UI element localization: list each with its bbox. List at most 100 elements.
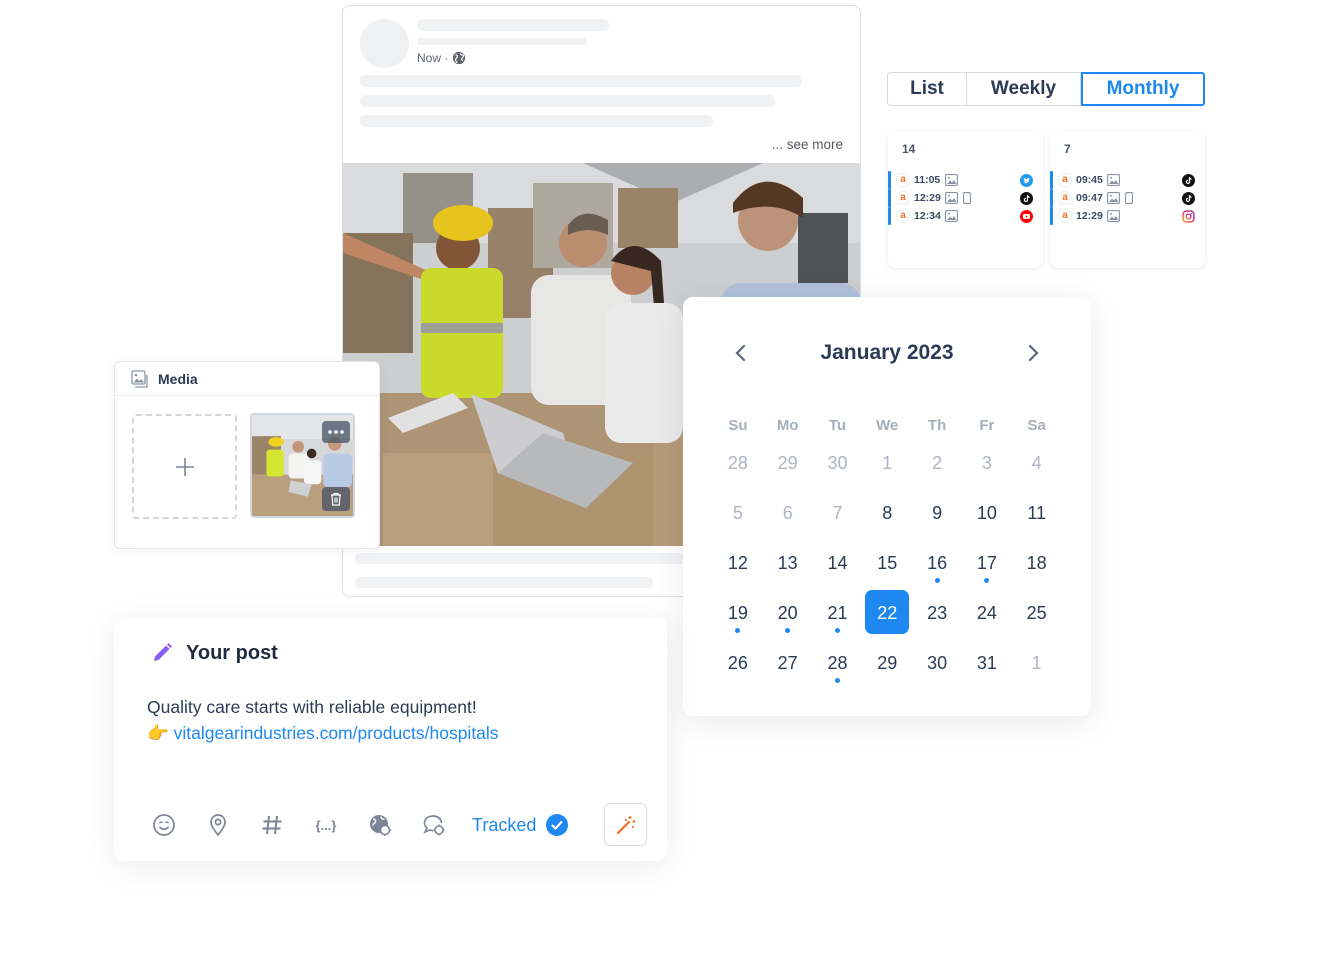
day-label: 27 [777, 653, 798, 673]
scheduled-indicator-dot [834, 678, 840, 683]
scheduled-post[interactable]: a 12:34 [888, 207, 1043, 225]
instagram-icon [1182, 210, 1195, 223]
tracked-toggle[interactable]: Tracked [472, 814, 569, 836]
calendar-day-selected[interactable]: 22 [862, 590, 912, 649]
calendar-day[interactable]: 9 [912, 499, 962, 549]
calendar-day[interactable]: 26 [713, 649, 763, 699]
account-badge: a [896, 191, 910, 205]
calendar-day[interactable]: 17 [962, 549, 1012, 599]
account-badge: a [896, 209, 910, 223]
location-icon[interactable] [206, 813, 230, 837]
media-title: Media [158, 370, 198, 387]
calendar-day[interactable]: 30 [912, 649, 962, 699]
weekday-label: Th [927, 417, 947, 434]
calendar-day[interactable]: 8 [862, 499, 912, 549]
calendar-day[interactable]: 12 [713, 549, 763, 599]
calendar-day[interactable]: 23 [912, 599, 962, 649]
calendar-day[interactable]: 19 [713, 599, 763, 649]
calendar-day[interactable]: 28 [813, 649, 863, 699]
calendar-day[interactable]: 31 [962, 649, 1012, 699]
tracked-label: Tracked [472, 814, 537, 835]
calendar-day[interactable]: 27 [763, 649, 813, 699]
emoji-icon[interactable] [152, 813, 176, 837]
calendar-day[interactable]: 10 [962, 499, 1012, 549]
calendar-day[interactable]: 6 [763, 499, 813, 549]
mobile-icon [1125, 192, 1133, 204]
calendar-day[interactable]: 4 [1012, 449, 1062, 499]
hashtag-icon[interactable] [260, 813, 284, 837]
post-composer: Your post Quality care starts with relia… [114, 617, 667, 861]
weekday-label: Tu [828, 417, 847, 434]
image-icon [945, 210, 958, 222]
calendar-day[interactable]: 30 [813, 449, 863, 499]
account-badge: a [1058, 191, 1072, 205]
day-card[interactable]: 14 a 11:05 a 12:29 a 12:34 [888, 131, 1043, 268]
more-icon [328, 430, 344, 434]
media-header: Media [115, 362, 379, 396]
post-link[interactable]: vitalgearindustries.com/products/hospita… [174, 723, 499, 743]
calendar-day[interactable]: 5 [713, 499, 763, 549]
media-thumbnail[interactable] [250, 413, 355, 518]
day-label: 1 [1031, 653, 1042, 673]
calendar-day[interactable]: 16 [912, 549, 962, 599]
post-time: 12:34 [914, 210, 941, 222]
chevron-right-icon[interactable] [1021, 341, 1045, 365]
see-more-link[interactable]: ... see more [772, 137, 843, 152]
post-text-input[interactable]: Quality care starts with reliable equipm… [147, 694, 499, 746]
text-skeleton-line [360, 115, 713, 127]
scheduled-indicator-dot [834, 628, 840, 633]
view-monthly-button[interactable]: Monthly [1081, 72, 1205, 106]
calendar-day[interactable]: 28 [713, 449, 763, 499]
calendar-day[interactable]: 13 [763, 549, 813, 599]
scheduled-post[interactable]: a 12:29 [1050, 207, 1205, 225]
youtube-icon [1020, 210, 1033, 223]
weekday-label: Su [728, 417, 748, 434]
calendar-day[interactable]: 25 [1012, 599, 1062, 649]
calendar-day[interactable]: 11 [1012, 499, 1062, 549]
view-list-button[interactable]: List [888, 73, 967, 105]
day-label: 26 [727, 653, 748, 673]
scheduled-post[interactable]: a 09:47 [1050, 189, 1205, 207]
calendar-day[interactable]: 14 [813, 549, 863, 599]
comment-targeting-icon[interactable] [422, 813, 446, 837]
day-label: 12 [727, 553, 748, 573]
calendar-day[interactable]: 2 [912, 449, 962, 499]
more-options-button[interactable] [322, 421, 350, 443]
weekday-label: Mo [776, 417, 799, 434]
globe-targeting-icon[interactable] [368, 813, 392, 837]
day-label: 21 [827, 603, 848, 623]
post-time: 12:29 [1076, 210, 1103, 222]
calendar-day[interactable]: 21 [813, 599, 863, 649]
calendar-day[interactable]: 20 [763, 599, 813, 649]
variables-icon[interactable]: {...} [314, 813, 338, 837]
calendar-day[interactable]: 29 [763, 449, 813, 499]
scheduled-post[interactable]: a 12:29 [888, 189, 1043, 207]
day-label: 4 [1031, 453, 1042, 473]
scheduled-post[interactable]: a 09:45 [1050, 171, 1205, 189]
scheduled-post[interactable]: a 11:05 [888, 171, 1043, 189]
post-link-line: 👉 vitalgearindustries.com/products/hospi… [147, 720, 499, 746]
day-label: 7 [832, 503, 843, 523]
check-circle-icon [546, 814, 569, 836]
add-media-button[interactable] [132, 414, 237, 519]
ai-assist-button[interactable] [604, 803, 647, 846]
view-weekly-button[interactable]: Weekly [967, 73, 1081, 105]
day-label: 8 [882, 503, 893, 523]
calendar-day[interactable]: 24 [962, 599, 1012, 649]
day-label: 5 [732, 503, 743, 523]
calendar-day[interactable]: 3 [962, 449, 1012, 499]
image-icon [945, 174, 958, 186]
calendar-day[interactable]: 18 [1012, 549, 1062, 599]
delete-media-button[interactable] [322, 487, 350, 511]
day-label: 13 [777, 553, 798, 573]
day-number: 7 [1064, 142, 1071, 156]
post-timestamp: Now · [417, 51, 466, 65]
calendar-grid: Su Mo Tu We Th Fr Sa 28 29 30 1 2 3 4 5 6 7 8 9 10 11… [713, 413, 1062, 699]
day-label: 19 [727, 603, 748, 623]
calendar-day[interactable]: 7 [813, 499, 863, 549]
composer-title: Your post [186, 641, 278, 664]
calendar-day[interactable]: 29 [862, 649, 912, 699]
calendar-day[interactable]: 1 [1012, 649, 1062, 699]
calendar-day[interactable]: 1 [862, 449, 912, 499]
day-card[interactable]: 7 a 09:45 a 09:47 a 12:29 [1050, 131, 1205, 268]
